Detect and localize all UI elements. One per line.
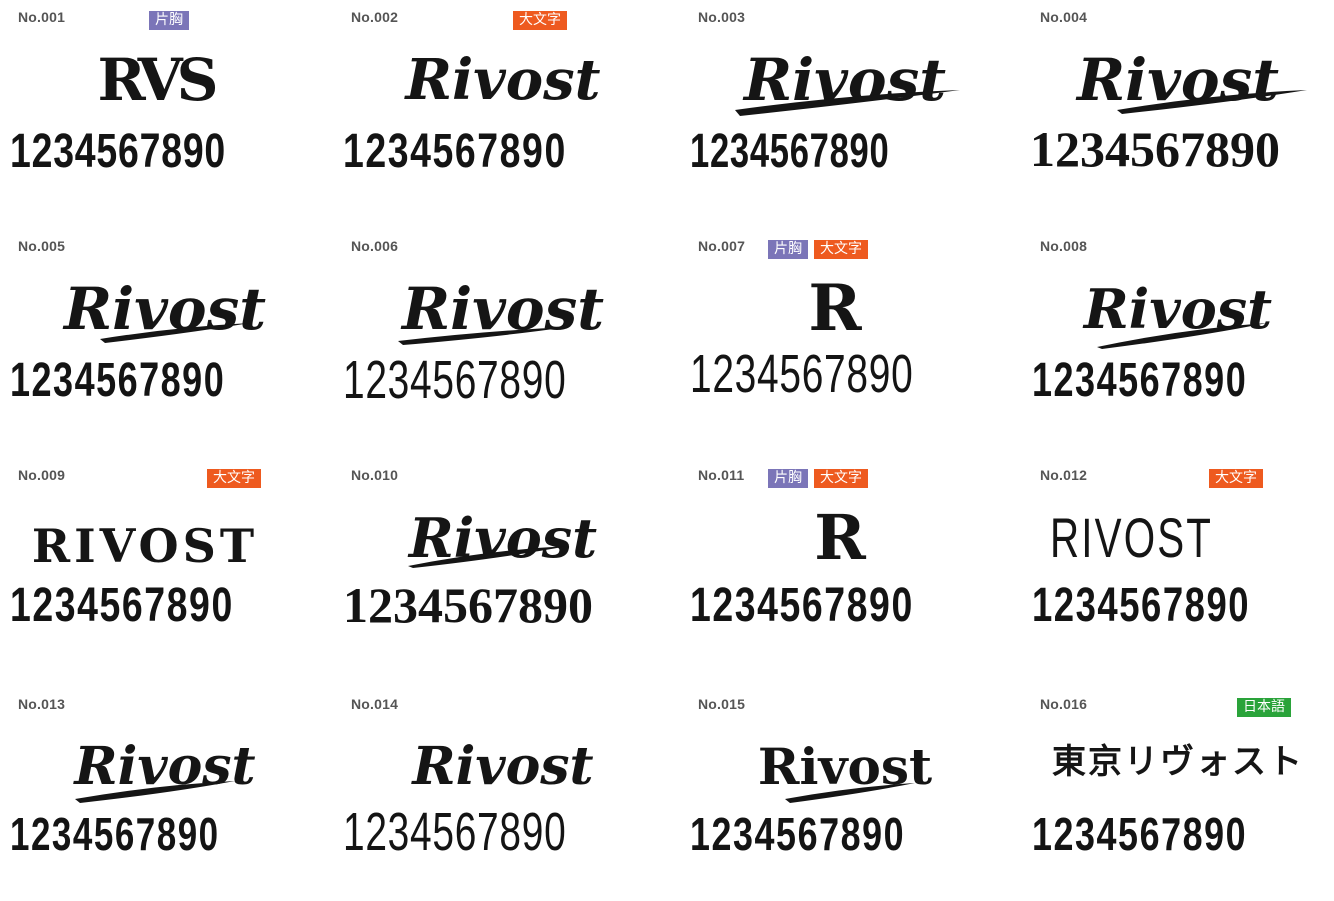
number-preview: 1234567890: [10, 354, 226, 407]
logo-preview: R: [670, 488, 1010, 588]
oomoji-badge: 大文字: [814, 240, 868, 259]
sample-number: No.014: [351, 696, 399, 712]
tail-swash: [100, 323, 250, 343]
number-preview: 1234567890: [690, 344, 914, 404]
font-sample-card-009[interactable]: No.009 大文字 RIVOST 1234567890: [0, 458, 330, 672]
logo-preview: 東京リヴォスト: [1022, 712, 1334, 812]
font-sample-card-010[interactable]: No.010 Rivost 1234567890: [333, 458, 673, 672]
number-preview: 1234567890: [1032, 354, 1248, 407]
number-preview: 1234567890: [10, 125, 227, 178]
sample-number: No.015: [698, 696, 746, 712]
tail-swash: [735, 90, 960, 116]
sample-number: No.013: [18, 696, 66, 712]
tail-swash: [1097, 323, 1267, 349]
font-sample-card-016[interactable]: No.016 日本語 東京リヴォスト 1234567890: [1022, 687, 1334, 901]
logo-text: Rivost: [405, 47, 601, 113]
oomoji-badge: 大文字: [1209, 469, 1263, 488]
font-sample-card-013[interactable]: No.013 Rivost 1234567890: [0, 687, 330, 901]
font-sample-card-001[interactable]: No.001 片胸 RVS 1234567890: [0, 0, 330, 214]
oomoji-badge: 大文字: [513, 11, 567, 30]
sample-number: No.001: [18, 9, 66, 25]
number-preview: 1234567890: [343, 802, 567, 862]
katamune-badge: 片胸: [768, 240, 808, 259]
badge-group: 片胸: [149, 11, 189, 31]
number-preview: 1234567890: [10, 579, 234, 632]
number-preview: 1234567890: [690, 808, 906, 860]
logo-text: RIVOST: [31, 519, 259, 573]
number-preview: 1234567890: [690, 579, 914, 632]
logo-preview: Rivost: [333, 488, 673, 588]
sample-number: No.011: [698, 467, 745, 483]
sample-number: No.006: [351, 238, 399, 254]
font-sample-card-006[interactable]: No.006 Rivost 1234567890: [333, 229, 673, 443]
katamune-badge: 片胸: [768, 469, 808, 488]
logo-text: R: [808, 271, 862, 346]
badge-group: 片胸 大文字: [768, 469, 868, 489]
number-preview: 1234567890: [10, 808, 220, 860]
number-preview: 1234567890: [1030, 121, 1280, 177]
sample-number: No.002: [351, 9, 399, 25]
font-sample-card-014[interactable]: No.014 Rivost 1234567890: [333, 687, 673, 901]
tail-swash: [785, 783, 915, 803]
number-preview: 1234567890: [343, 350, 567, 410]
sample-number: No.010: [351, 467, 399, 483]
sample-number: No.012: [1040, 467, 1088, 483]
oomoji-badge: 大文字: [814, 469, 868, 488]
sample-number: No.008: [1040, 238, 1088, 254]
number-preview: 1234567890: [1032, 808, 1248, 860]
font-sample-card-005[interactable]: No.005 Rivost 1234567890: [0, 229, 330, 443]
sample-number: No.007: [698, 238, 746, 254]
number-preview: 1234567890: [343, 125, 567, 178]
tail-swash: [408, 546, 568, 568]
number-preview: 1234567890: [690, 125, 890, 178]
badge-group: 片胸 大文字: [768, 240, 868, 260]
font-sample-card-015[interactable]: No.015 Rivost 1234567890: [680, 687, 1010, 901]
katamune-badge: 片胸: [149, 11, 189, 30]
logo-preview: Rivost: [333, 30, 673, 130]
logo-preview: Rivost: [0, 259, 330, 359]
sample-number: No.003: [698, 9, 746, 25]
font-sample-card-003[interactable]: No.003 Rivost 1234567890: [680, 0, 1010, 214]
number-preview: 1234567890: [1032, 579, 1251, 632]
logo-text: RVS: [97, 46, 218, 114]
number-preview: 1234567890: [343, 577, 593, 633]
logo-text: R: [814, 501, 866, 574]
oomoji-badge: 大文字: [207, 469, 261, 488]
sample-number: No.009: [18, 467, 66, 483]
badge-group: 大文字: [207, 469, 261, 489]
logo-text: 東京リヴォスト: [1052, 742, 1304, 782]
font-sample-card-008[interactable]: No.008 Rivost 1234567890: [1022, 229, 1334, 443]
badge-group: 大文字: [1209, 469, 1263, 489]
logo-text: Rivost: [412, 736, 594, 797]
sample-number: No.004: [1040, 9, 1088, 25]
font-sample-card-012[interactable]: No.012 大文字 RIVOST 1234567890: [1022, 458, 1334, 672]
font-sample-card-007[interactable]: No.007 片胸 大文字 R 1234567890: [680, 229, 1010, 443]
badge-group: 大文字: [513, 11, 567, 31]
font-sample-card-004[interactable]: No.004 Rivost 1234567890: [1022, 0, 1334, 214]
logo-preview: Rivost: [1022, 30, 1334, 130]
tail-swash: [398, 327, 568, 345]
font-sample-card-011[interactable]: No.011 片胸 大文字 R 1234567890: [680, 458, 1010, 672]
sample-number: No.016: [1040, 696, 1088, 712]
font-sample-grid: No.001 片胸 RVS 1234567890 No.002 大文字 Rivo…: [0, 0, 1334, 859]
logo-text: RIVOST: [1049, 506, 1213, 569]
tail-swash: [75, 781, 235, 803]
font-sample-card-002[interactable]: No.002 大文字 Rivost 1234567890: [333, 0, 673, 214]
logo-preview: RIVOST: [992, 488, 1334, 588]
tail-swash: [1117, 90, 1307, 114]
sample-number: No.005: [18, 238, 66, 254]
logo-preview: RVS: [0, 30, 330, 130]
